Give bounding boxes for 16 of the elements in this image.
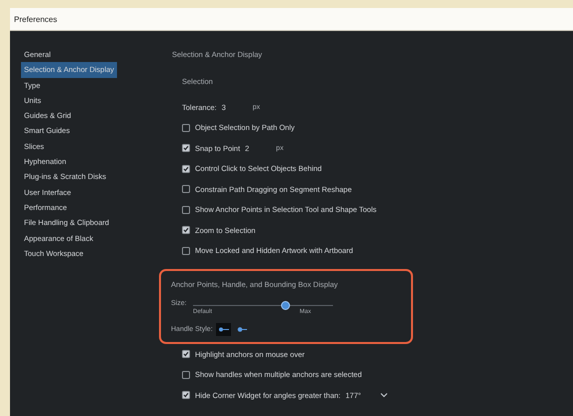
slider-thumb[interactable] (280, 301, 290, 310)
checkbox[interactable] (182, 185, 190, 194)
checkbox[interactable] (182, 350, 190, 358)
anchor-handle-icon (236, 327, 247, 332)
checkbox[interactable] (182, 246, 190, 255)
checkbox[interactable] (182, 370, 190, 379)
checkbox[interactable] (182, 206, 190, 214)
window-title: Preferences (10, 8, 573, 31)
checkbox[interactable] (182, 164, 190, 173)
checkbox[interactable] (182, 124, 190, 132)
chevron-down-icon[interactable] (380, 392, 388, 398)
checkbox[interactable] (182, 391, 190, 400)
checkbox[interactable] (182, 226, 190, 234)
anchor-handle-icon (218, 327, 229, 332)
handle-style-button[interactable] (216, 323, 231, 336)
checkbox[interactable] (182, 144, 190, 152)
